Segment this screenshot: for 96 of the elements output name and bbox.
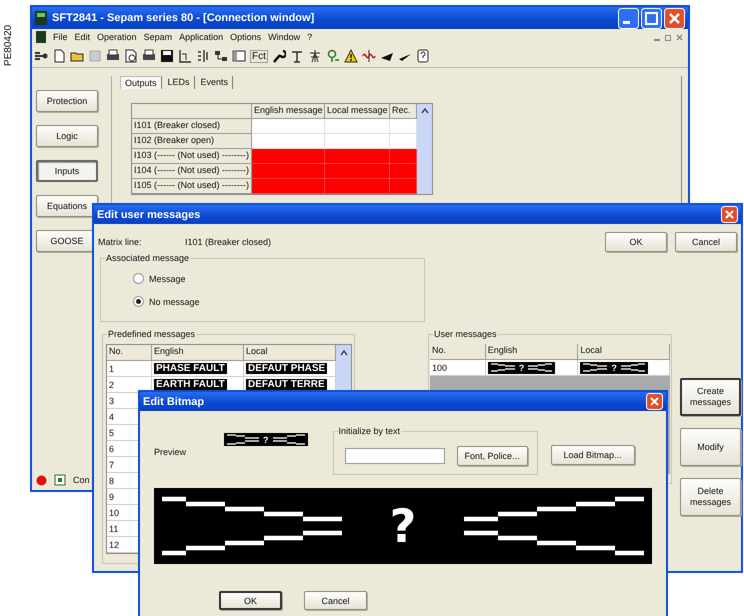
converging-lines-icon (490, 363, 517, 372)
connect-icon[interactable] (34, 50, 48, 62)
preview-label: Preview (154, 447, 188, 457)
tab[interactable]: LEDs (164, 76, 195, 89)
column-header: No. (430, 344, 486, 360)
row-header: I101 (Breaker closed) (132, 119, 252, 134)
bitmap-text: ? (263, 434, 268, 444)
message-bitmap: PHASE FAULT (154, 363, 227, 374)
column-header: English (486, 344, 578, 360)
converging-lines-icon (526, 363, 552, 372)
network-icon[interactable] (214, 49, 228, 63)
new-file-icon[interactable] (52, 49, 66, 63)
column-header: Local message (325, 104, 390, 119)
converging-lines-icon (270, 434, 304, 445)
status-text: Con (73, 475, 90, 485)
bitmap-text: ? (611, 362, 617, 372)
radio-button[interactable] (133, 273, 144, 284)
radio-label: No message (149, 296, 200, 306)
cancel-button[interactable]: Cancel (675, 232, 737, 252)
field-value: I101 (Breaker closed) (185, 237, 272, 247)
field-label: Matrix line: (98, 237, 143, 247)
function-button[interactable]: Fct (250, 50, 268, 62)
scroll-up-icon[interactable] (420, 108, 428, 114)
printer-icon[interactable] (106, 49, 120, 63)
group-title: Initialize by text (338, 426, 402, 436)
cancel-button[interactable]: Cancel (304, 591, 367, 610)
status-dot-icon (36, 474, 47, 486)
action-button[interactable]: Modify (680, 428, 741, 466)
warning-icon[interactable] (344, 49, 358, 63)
help-icon[interactable] (416, 49, 430, 63)
menu-item[interactable]: Sepam (144, 32, 172, 42)
load-bitmap-button[interactable]: Load Bitmap... (550, 445, 634, 465)
row-header: I105 (------ (Not used) --------) (132, 179, 252, 194)
wrench-icon[interactable] (272, 49, 286, 63)
group-title: User messages (433, 329, 498, 339)
action-button[interactable]: Delete messages (680, 478, 741, 516)
dialog-title: Edit user messages (97, 208, 200, 220)
bulb-icon[interactable] (326, 49, 340, 63)
column-header: Rec. (390, 104, 417, 119)
tab[interactable]: Events (196, 76, 234, 89)
nav-button[interactable]: Protection (36, 90, 98, 112)
printer-icon[interactable] (142, 49, 156, 63)
nav-button[interactable]: Logic (36, 125, 98, 147)
column-header: Local (244, 345, 336, 361)
radio-button[interactable] (133, 296, 144, 307)
converging-lines-icon (583, 363, 610, 372)
bitmap-text: ? (390, 499, 416, 553)
scroll-up-icon[interactable] (340, 350, 348, 356)
connection-icon (54, 474, 66, 486)
menu-item[interactable]: Operation (97, 32, 137, 42)
menu-item[interactable]: ? (307, 32, 312, 42)
menu-item[interactable]: Window (268, 32, 300, 42)
font-button[interactable]: Font, Police... (456, 446, 528, 466)
nav-button[interactable]: Inputs (36, 160, 98, 182)
table-cell: 100 (430, 360, 486, 376)
ok-button[interactable]: OK (605, 232, 667, 252)
maximize-icon[interactable] (641, 8, 662, 28)
chart-icon[interactable] (178, 49, 192, 63)
window-icon[interactable] (232, 49, 246, 63)
document-icon (36, 31, 46, 43)
app-icon (35, 11, 47, 25)
figure-label: PE80420 (3, 24, 14, 66)
menu-item[interactable]: Application (179, 32, 224, 42)
column-header: No. (107, 345, 152, 361)
window-title: SFT2841 - Sepam series 80 - [Connection window] (52, 12, 314, 24)
group-title: Predefined messages (107, 329, 196, 339)
menu-item[interactable]: Edit (74, 32, 90, 42)
table-cell: 1 (107, 361, 152, 377)
row-header: I102 (Breaker open) (132, 134, 252, 149)
minimize-icon[interactable] (618, 8, 639, 28)
converging-lines-icon (227, 434, 261, 445)
column-header: English message (252, 104, 325, 119)
row-header: I103 (------ (Not used) --------) (132, 149, 252, 164)
close-icon[interactable] (675, 32, 684, 42)
menu-item[interactable]: File (53, 32, 68, 42)
tab[interactable]: Outputs (120, 76, 162, 89)
ok-button[interactable]: OK (219, 591, 282, 610)
column-header: English (152, 345, 244, 361)
message-bitmap: DEFAUT TERRE (246, 379, 327, 390)
print-preview-icon[interactable] (124, 49, 138, 63)
row-header: I104 (------ (Not used) --------) (132, 164, 252, 179)
wave-icon[interactable] (362, 49, 376, 63)
scrollbar[interactable] (417, 104, 432, 194)
converging-lines-icon (618, 363, 645, 372)
bitmap-text: ? (518, 362, 524, 372)
message-bitmap: DEFAUT PHASE (246, 363, 328, 374)
action-button[interactable]: Create messages (680, 378, 741, 416)
radio-label: Message (149, 274, 186, 284)
tower-icon[interactable] (308, 49, 322, 63)
column-header: Local (578, 344, 670, 360)
restore-icon[interactable] (664, 32, 673, 42)
group-title: Associated message (105, 253, 190, 263)
menu-item[interactable]: Options (230, 32, 262, 42)
text-input[interactable] (344, 448, 444, 464)
message-bitmap: EARTH FAULT (154, 379, 227, 390)
nav-button[interactable]: Equations (36, 195, 98, 217)
